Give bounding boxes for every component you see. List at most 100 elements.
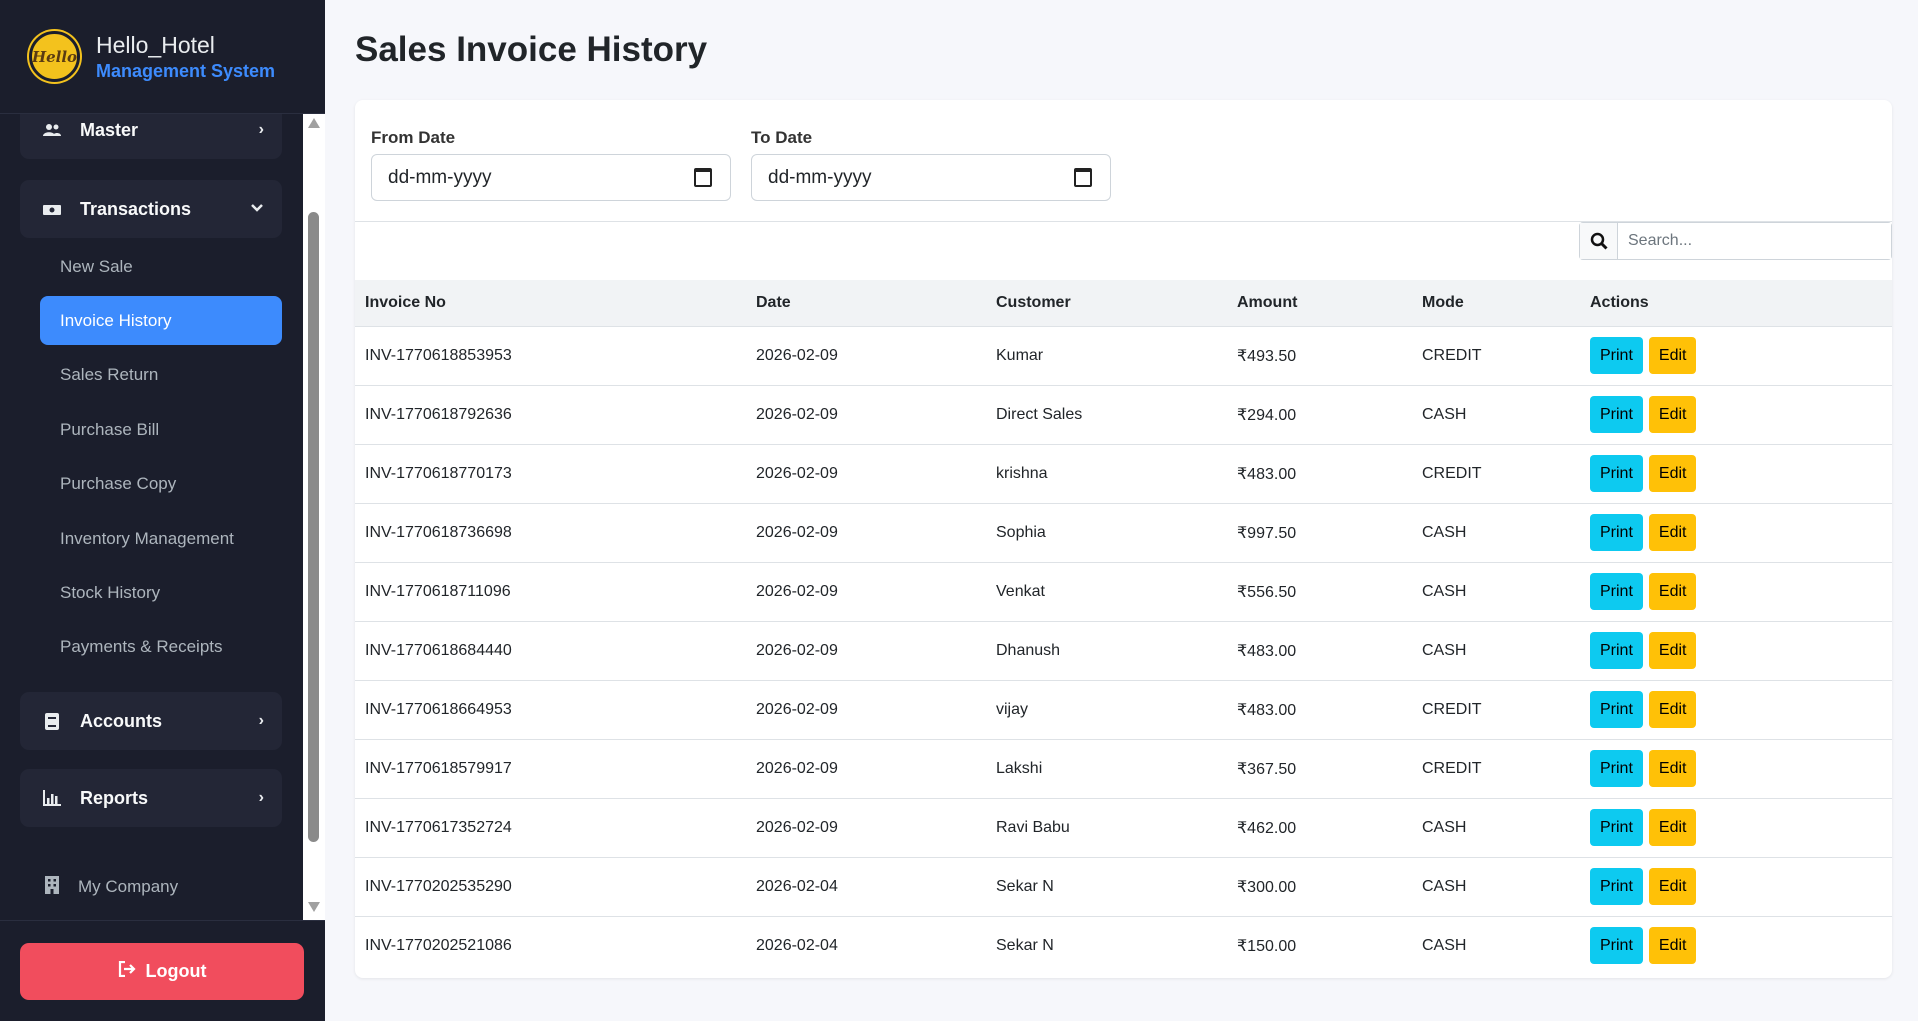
print-button[interactable]: Print (1590, 750, 1643, 787)
customer-cell: Lakshi (996, 759, 1043, 777)
date-cell: 2026-02-09 (756, 700, 838, 718)
table-row: INV-1770618684440 2026-02-09 Dhanush ₹483.0… (355, 621, 1892, 680)
customer-cell: Sekar N (996, 877, 1054, 895)
print-button[interactable]: Print (1590, 514, 1643, 551)
edit-button[interactable]: Edit (1648, 396, 1697, 433)
to-date-input[interactable]: dd-mm-yyyy (751, 154, 1111, 201)
edit-button[interactable]: Edit (1648, 868, 1697, 905)
sidebar-menu: Master › Transactions New Sale Invoice H… (0, 114, 325, 920)
customer-cell: Sophia (996, 523, 1046, 541)
print-button[interactable]: Print (1590, 809, 1643, 846)
print-button[interactable]: Print (1590, 632, 1643, 669)
page-title: Sales Invoice History (355, 30, 708, 69)
amount-cell: ₹294.00 (1237, 406, 1297, 424)
main-content: Sales Invoice History From Date dd-mm-yy… (325, 0, 1918, 1021)
edit-button[interactable]: Edit (1648, 927, 1697, 965)
menu-group-label: Master (80, 119, 139, 140)
users-icon (42, 123, 62, 137)
invoice-no-cell: INV-1770202521086 (365, 936, 512, 954)
sidebar-item-inventory-management[interactable]: Inventory Management (40, 514, 282, 563)
print-button[interactable]: Print (1590, 455, 1643, 492)
invoice-no-cell: INV-1770618711096 (365, 582, 511, 600)
sidebar-footer: Logout (0, 920, 325, 1021)
print-button[interactable]: Print (1590, 868, 1643, 905)
amount-cell: ₹367.50 (1237, 760, 1297, 778)
column-header-customer: Customer (996, 293, 1071, 311)
edit-button[interactable]: Edit (1648, 632, 1697, 669)
customer-cell: Ravi Babu (996, 818, 1070, 836)
invoice-no-cell: INV-1770202535290 (365, 877, 512, 895)
actions-cell: Print Edit (1580, 503, 1892, 562)
edit-button[interactable]: Edit (1648, 514, 1697, 551)
invoice-no-cell: INV-1770618792636 (365, 405, 512, 423)
calendar-icon[interactable] (1074, 168, 1092, 187)
edit-button[interactable]: Edit (1648, 750, 1697, 787)
column-header-amount: Amount (1237, 293, 1298, 311)
invoice-no-cell: INV-1770617352724 (365, 818, 512, 836)
search-icon[interactable] (1580, 223, 1618, 259)
menu-group-accounts[interactable]: Accounts › (20, 692, 282, 750)
from-date-input[interactable]: dd-mm-yyyy (371, 154, 731, 201)
logout-button[interactable]: Logout (20, 943, 304, 1000)
sidebar-item-my-company[interactable]: My Company (44, 872, 178, 902)
mode-cell: CASH (1422, 405, 1467, 423)
print-button[interactable]: Print (1590, 396, 1643, 433)
amount-cell: ₹556.50 (1237, 583, 1297, 601)
table-row: INV-1770202535290 2026-02-04 Sekar N ₹300.0… (355, 857, 1892, 916)
menu-group-master[interactable]: Master › (20, 114, 282, 159)
edit-button[interactable]: Edit (1648, 573, 1697, 610)
print-button[interactable]: Print (1590, 573, 1643, 610)
customer-cell: Venkat (996, 582, 1045, 600)
actions-cell: Print Edit (1580, 798, 1892, 857)
invoice-no-cell: INV-1770618736698 (365, 523, 512, 541)
scroll-up-arrow-icon[interactable] (308, 118, 320, 128)
edit-button[interactable]: Edit (1648, 691, 1697, 728)
amount-cell: ₹997.50 (1237, 524, 1297, 542)
print-button[interactable]: Print (1590, 927, 1643, 965)
table-row: INV-1770618792636 2026-02-09 Direct Sales ₹… (355, 385, 1892, 444)
sidebar-item-stock-history[interactable]: Stock History (40, 568, 282, 617)
date-cell: 2026-02-09 (756, 405, 838, 423)
edit-button[interactable]: Edit (1648, 809, 1697, 846)
table-header-row: Invoice No Date Customer Amount Mode Act… (355, 280, 1892, 326)
edit-button[interactable]: Edit (1648, 337, 1697, 374)
menu-group-transactions[interactable]: Transactions (20, 180, 282, 238)
actions-cell: Print Edit (1580, 916, 1892, 975)
customer-cell: Kumar (996, 346, 1044, 364)
print-button[interactable]: Print (1590, 691, 1643, 728)
search-input[interactable] (1618, 223, 1891, 259)
logout-icon (118, 960, 136, 982)
sidebar-item-purchase-bill[interactable]: Purchase Bill (40, 405, 282, 454)
table-row: INV-1770617352724 2026-02-09 Ravi Babu ₹462… (355, 798, 1892, 857)
date-cell: 2026-02-04 (756, 936, 838, 954)
sidebar-item-purchase-copy[interactable]: Purchase Copy (40, 459, 282, 508)
chevron-right-icon: › (258, 712, 264, 729)
book-icon (42, 712, 62, 730)
sidebar-item-payments-receipts[interactable]: Payments & Receipts (40, 622, 282, 671)
scrollbar-thumb[interactable] (308, 212, 319, 842)
mode-cell: CREDIT (1422, 700, 1482, 718)
sidebar-item-sales-return[interactable]: Sales Return (40, 350, 282, 399)
money-icon (42, 203, 62, 216)
mode-cell: CASH (1422, 523, 1467, 541)
to-date-label: To Date (751, 128, 813, 147)
print-button[interactable]: Print (1590, 337, 1643, 374)
invoice-table: Invoice No Date Customer Amount Mode Act… (355, 280, 1892, 975)
sidebar-item-invoice-history[interactable]: Invoice History (40, 296, 282, 345)
menu-group-reports[interactable]: Reports › (20, 769, 282, 827)
scroll-down-arrow-icon[interactable] (308, 902, 320, 912)
edit-button[interactable]: Edit (1648, 455, 1697, 492)
sidebar-item-new-sale[interactable]: New Sale (40, 242, 282, 291)
hotel-logo: Hello (29, 31, 80, 82)
actions-cell: Print Edit (1580, 444, 1892, 503)
amount-cell: ₹462.00 (1237, 819, 1297, 837)
customer-cell: Dhanush (996, 641, 1061, 659)
actions-cell: Print Edit (1580, 326, 1892, 385)
sidebar-item-label: My Company (78, 877, 179, 896)
calendar-icon[interactable] (694, 168, 712, 187)
brand: Hello Hello_Hotel Management System (0, 0, 325, 114)
sidebar-scrollbar[interactable] (303, 114, 325, 920)
column-header-invoice-no: Invoice No (365, 293, 446, 311)
invoice-no-cell: INV-1770618770173 (365, 464, 512, 482)
invoice-no-cell: INV-1770618579917 (365, 759, 512, 777)
